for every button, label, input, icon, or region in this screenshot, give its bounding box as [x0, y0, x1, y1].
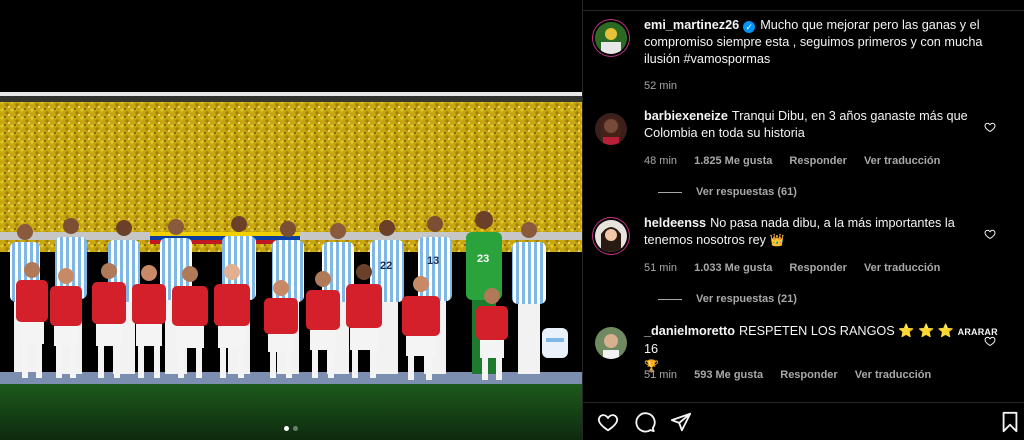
- svg-text:13: 13: [427, 255, 439, 267]
- divider: [658, 191, 682, 193]
- bookmark-icon[interactable]: [999, 411, 1021, 433]
- comment-icon[interactable]: [634, 411, 656, 433]
- caption-text: emi_martinez26 ✓ Mucho que mejorar pero la…: [644, 17, 1004, 68]
- comment-likes[interactable]: 593 Me gusta: [694, 369, 763, 381]
- view-replies-button[interactable]: Ver respuestas (21): [658, 293, 797, 305]
- comment-meta: 48 min 1.825 Me gusta Responder Ver trad…: [644, 155, 954, 167]
- comment-username[interactable]: heldeenss: [644, 216, 706, 230]
- comment-username[interactable]: barbiexeneize: [644, 109, 728, 123]
- divider: [658, 298, 682, 300]
- reply-button[interactable]: Responder: [789, 262, 846, 274]
- comment-text: barbiexeneize Tranqui Dibu, en 3 años gan…: [644, 108, 1004, 142]
- post-media[interactable]: 22 13 23: [0, 0, 582, 440]
- stadium-photo: 22 13 23: [0, 92, 582, 440]
- comment-likes[interactable]: 1.825 Me gusta: [694, 155, 772, 167]
- user-avatar-icon: [595, 220, 627, 252]
- action-bar: [583, 402, 1024, 440]
- comment-text: _danielmoretto RESPETEN LOS RANGOS ⭐ ⭐ ⭐ …: [644, 322, 1004, 375]
- crown-icon: 👑: [769, 233, 785, 247]
- comment-tail: 16: [644, 342, 659, 356]
- svg-text:23: 23: [477, 253, 489, 265]
- caption-meta: 52 min: [644, 80, 691, 92]
- view-replies-label: Ver respuestas (21): [696, 293, 797, 305]
- carousel-dots[interactable]: [0, 426, 582, 431]
- avatar[interactable]: [595, 327, 627, 359]
- comment-body: RESPETEN LOS RANGOS: [738, 324, 895, 338]
- translate-button[interactable]: Ver traducción: [864, 155, 940, 167]
- reply-button[interactable]: Responder: [780, 369, 837, 381]
- verified-icon: ✓: [743, 21, 756, 33]
- heart-icon[interactable]: [984, 335, 996, 347]
- comment-text: heldeenss No pasa nada dibu, a la más imp…: [644, 215, 1004, 249]
- carousel-dot-active[interactable]: [284, 426, 289, 431]
- view-replies-button[interactable]: Ver respuestas (61): [658, 186, 797, 198]
- comment-time: 51 min: [644, 369, 678, 381]
- share-icon[interactable]: [670, 411, 692, 433]
- comment-likes[interactable]: 1.033 Me gusta: [694, 262, 772, 274]
- carousel-dot[interactable]: [293, 426, 298, 431]
- comment-time: 48 min: [644, 155, 678, 167]
- heart-icon[interactable]: [984, 121, 996, 133]
- comment-meta: 51 min 1.033 Me gusta Responder Ver trad…: [644, 262, 954, 274]
- caption-time: 52 min: [644, 80, 678, 92]
- comment-username[interactable]: _danielmoretto: [644, 324, 735, 338]
- team-photo: 22 13 23: [0, 92, 582, 440]
- user-avatar-icon: [595, 327, 627, 359]
- comments-panel: emi_martinez26 ✓ Mucho que mejorar pero la…: [582, 0, 1024, 440]
- comment-time: 51 min: [644, 262, 678, 274]
- translate-button[interactable]: Ver traducción: [855, 369, 931, 381]
- avatar[interactable]: [595, 22, 627, 54]
- view-replies-label: Ver respuestas (61): [696, 186, 797, 198]
- heart-icon[interactable]: [597, 411, 619, 433]
- translate-button[interactable]: Ver traducción: [864, 262, 940, 274]
- svg-text:22: 22: [380, 260, 392, 272]
- reply-button[interactable]: Responder: [789, 155, 846, 167]
- avatar[interactable]: [595, 113, 627, 145]
- star-icon: ⭐ ⭐ ⭐: [898, 323, 955, 338]
- user-avatar-icon: [595, 113, 627, 145]
- divider: [583, 10, 1024, 11]
- avatar[interactable]: [595, 220, 627, 252]
- comment-meta: 51 min 593 Me gusta Responder Ver traduc…: [644, 369, 945, 381]
- heart-icon[interactable]: [984, 228, 996, 240]
- author-avatar-icon: [595, 22, 627, 54]
- caption-username[interactable]: emi_martinez26: [644, 18, 739, 32]
